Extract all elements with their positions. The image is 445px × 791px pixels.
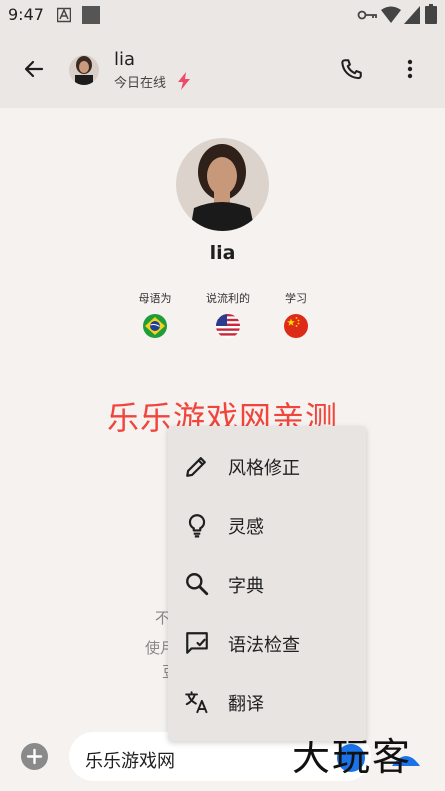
- china-flag-icon: [284, 314, 308, 338]
- menu-item-grammar-check[interactable]: 语法检查: [168, 613, 366, 672]
- usa-flag-icon: [216, 314, 240, 338]
- lightning-icon: [178, 72, 190, 90]
- profile-avatar[interactable]: [176, 138, 269, 231]
- search-icon: [186, 573, 209, 596]
- notification-square-icon: [82, 6, 100, 24]
- menu-item-label: 灵感: [228, 517, 264, 538]
- add-circle-icon[interactable]: [21, 743, 48, 770]
- brazil-flag-icon: [143, 314, 167, 338]
- contact-avatar[interactable]: [69, 55, 99, 85]
- status-time: 9:47: [8, 5, 44, 24]
- contact-name[interactable]: lia: [114, 49, 135, 70]
- more-vert-icon[interactable]: [398, 57, 422, 81]
- menu-item-label: 风格修正: [228, 458, 300, 479]
- wifi-icon: [381, 6, 401, 23]
- menu-item-dictionary[interactable]: 字典: [168, 554, 366, 613]
- ai-tools-menu: 风格修正 灵感 字典 语法检查 翻译: [168, 426, 366, 741]
- translate-icon: [185, 691, 208, 714]
- menu-item-label: 字典: [228, 576, 264, 597]
- phone-icon[interactable]: [338, 57, 364, 83]
- battery-icon: [425, 4, 437, 24]
- pencil-icon: [186, 457, 206, 477]
- menu-item-style-fix[interactable]: 风格修正: [168, 436, 366, 495]
- rate-review-icon: [186, 632, 208, 654]
- native-language: 母语为: [120, 290, 190, 338]
- menu-item-label: 语法检查: [228, 635, 300, 656]
- menu-item-translate[interactable]: 翻译: [168, 672, 366, 731]
- fluent-language: 说流利的: [193, 290, 263, 338]
- profile-name: lia: [209, 242, 236, 264]
- vpn-key-icon: [357, 10, 377, 20]
- chat-header: [0, 30, 445, 108]
- message-input-text[interactable]: 乐乐游戏网: [85, 747, 175, 773]
- learning-language-label: 学习: [285, 292, 307, 305]
- menu-item-label: 翻译: [228, 694, 264, 715]
- signal-icon: [404, 6, 420, 24]
- learning-language: 学习: [261, 290, 331, 338]
- notification-a-icon: [57, 7, 71, 23]
- native-language-label: 母语为: [138, 292, 172, 305]
- menu-item-inspiration[interactable]: 灵感: [168, 495, 366, 554]
- fluent-language-label: 说流利的: [206, 292, 250, 305]
- online-status: 今日在线: [114, 76, 167, 91]
- lightbulb-icon: [188, 514, 206, 538]
- arrow-left-icon[interactable]: [22, 57, 46, 81]
